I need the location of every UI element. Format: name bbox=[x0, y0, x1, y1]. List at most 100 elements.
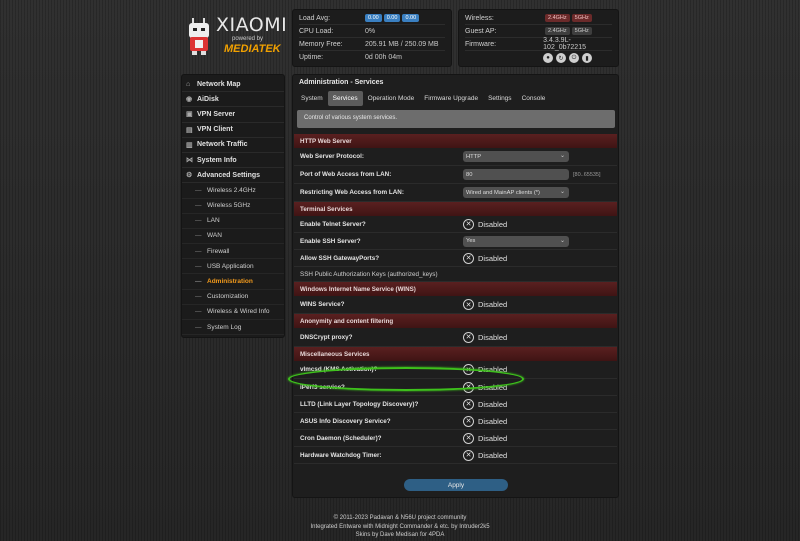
telnet-toggle[interactable]: ✕ Disabled bbox=[463, 218, 507, 230]
quick-actions: ● ↻ ⏻ ▮ bbox=[465, 53, 612, 63]
dnscrypt-label: DNSCrypt proxy? bbox=[300, 333, 353, 341]
sidebar-item-aidisk[interactable]: ◉ AiDisk bbox=[182, 92, 284, 108]
tab-bar: System Services Operation Mode Firmware … bbox=[296, 91, 550, 106]
web-restrict-select[interactable]: Wired and MainAP clients (*) ⌄ bbox=[463, 187, 569, 198]
brand-name: XIAOMI bbox=[216, 14, 288, 36]
close-circle-icon: ✕ bbox=[463, 252, 474, 264]
web-restrict-value: Wired and MainAP clients (*) bbox=[466, 189, 540, 196]
ssh-keys-label: SSH Public Authorization Keys (authorize… bbox=[300, 270, 438, 278]
apply-button[interactable]: Apply bbox=[404, 479, 508, 491]
guest-24-badge[interactable]: 2.4GHz bbox=[545, 27, 570, 35]
sidebar-sub-label: Wireless & Wired Info bbox=[207, 308, 270, 316]
tab-system[interactable]: System bbox=[296, 91, 328, 106]
asus-discovery-toggle[interactable]: ✕ Disabled bbox=[463, 415, 507, 427]
sidebar-sub-firewall[interactable]: — Firewall bbox=[182, 244, 284, 260]
telnet-label: Enable Telnet Server? bbox=[300, 220, 366, 228]
sidebar-sub-label: Customization bbox=[207, 293, 249, 301]
web-restrict-label: Restricting Web Access from LAN: bbox=[300, 189, 404, 196]
wireless-24-badge[interactable]: 2.4GHz bbox=[545, 14, 570, 22]
ssh-gateway-toggle[interactable]: ✕ Disabled bbox=[463, 252, 507, 264]
dash-icon: — bbox=[195, 247, 202, 255]
chart-icon: ▥ bbox=[186, 141, 193, 149]
sidebar-sub-wired-info[interactable]: — Wireless & Wired Info bbox=[182, 305, 284, 320]
lltd-row: LLTD (Link Layer Topology Discovery)? ✕ D… bbox=[294, 396, 617, 413]
sidebar-sub-administration[interactable]: — Administration bbox=[182, 274, 284, 290]
sidebar-sub-label: Administration bbox=[207, 278, 253, 286]
web-protocol-row: Web Server Protocol: HTTP ⌄ bbox=[294, 148, 617, 166]
mediatek-logo: MEDIATEK bbox=[224, 43, 281, 55]
sidebar-item-label: VPN Client bbox=[197, 126, 233, 134]
dash-icon: — bbox=[195, 278, 202, 286]
web-protocol-label: Web Server Protocol: bbox=[300, 153, 364, 160]
sidebar-sub-system-log[interactable]: — System Log bbox=[182, 320, 284, 336]
asus-discovery-label: ASUS Info Discovery Service? bbox=[300, 417, 391, 425]
refresh-icon[interactable]: ↻ bbox=[556, 53, 566, 63]
user-icon[interactable]: ● bbox=[543, 53, 553, 63]
sidebar-item-advanced-settings[interactable]: ⚙ Advanced Settings bbox=[182, 168, 284, 184]
web-port-input[interactable]: 80 bbox=[463, 169, 569, 180]
uptime-value: 0d 00h 04m bbox=[365, 54, 402, 61]
tab-firmware-upgrade[interactable]: Firmware Upgrade bbox=[419, 91, 483, 106]
sidebar-sub-label: System Log bbox=[207, 323, 242, 331]
disk-icon: ◉ bbox=[186, 96, 193, 104]
wireless-5-badge[interactable]: 5GHz bbox=[571, 14, 592, 22]
wins-label: WINS Service? bbox=[300, 301, 345, 308]
sidebar-sub-usb[interactable]: — USB Application bbox=[182, 259, 284, 275]
sidebar-item-vpn-server[interactable]: ▣ VPN Server bbox=[182, 107, 284, 123]
tab-settings[interactable]: Settings bbox=[483, 91, 517, 106]
clipboard-icon[interactable]: ▮ bbox=[582, 53, 592, 63]
sidebar-item-label: Advanced Settings bbox=[197, 171, 261, 179]
main-panel: Administration - Services System Service… bbox=[292, 74, 619, 498]
guest-5-badge[interactable]: 5GHz bbox=[571, 27, 592, 35]
dash-icon: — bbox=[195, 217, 202, 225]
section-misc: Miscellaneous Services bbox=[294, 347, 617, 361]
sidebar-sub-lan[interactable]: — LAN bbox=[182, 214, 284, 229]
web-port-label: Port of Web Access from LAN: bbox=[300, 171, 392, 178]
dash-icon: — bbox=[195, 202, 202, 210]
lltd-toggle[interactable]: ✕ Disabled bbox=[463, 398, 507, 410]
dash-icon: — bbox=[195, 293, 202, 301]
network-status-panel: Wireless: 2.4GHz 5GHz Guest AP: 2.4GHz 5… bbox=[458, 9, 619, 67]
asus-discovery-row: ASUS Info Discovery Service? ✕ Disabled bbox=[294, 413, 617, 430]
load-avg-5: 0.00 bbox=[383, 14, 401, 22]
info-icon: ⋈ bbox=[186, 157, 193, 165]
power-icon[interactable]: ⏻ bbox=[569, 53, 579, 63]
sidebar-item-label: Network Traffic bbox=[197, 141, 248, 149]
tab-console[interactable]: Console bbox=[517, 91, 551, 106]
gear-icon: ⚙ bbox=[186, 172, 193, 180]
sidebar-item-network-map[interactable]: ⌂ Network Map bbox=[182, 77, 284, 93]
sidebar-item-label: Network Map bbox=[197, 80, 241, 88]
sidebar-sub-wireless-24[interactable]: — Wireless 2.4GHz bbox=[182, 183, 284, 199]
dash-icon: — bbox=[195, 323, 202, 331]
tab-operation-mode[interactable]: Operation Mode bbox=[363, 91, 420, 106]
sidebar-sub-label: Wireless 5GHz bbox=[207, 202, 251, 210]
sidebar-sub-label: Wireless 2.4GHz bbox=[207, 186, 256, 194]
dnscrypt-value: Disabled bbox=[478, 332, 508, 342]
close-circle-icon: ✕ bbox=[463, 398, 474, 410]
ssh-select[interactable]: Yes ⌄ bbox=[463, 235, 569, 247]
sidebar-sub-wan[interactable]: — WAN bbox=[182, 229, 284, 245]
sidebar-sub-customization[interactable]: — Customization bbox=[182, 290, 284, 305]
sidebar-item-network-traffic[interactable]: ▥ Network Traffic bbox=[182, 138, 284, 153]
cpu-value: 0% bbox=[365, 27, 376, 35]
dnscrypt-toggle[interactable]: ✕ Disabled bbox=[463, 331, 508, 343]
sidebar-sub-wireless-5[interactable]: — Wireless 5GHz bbox=[182, 199, 284, 214]
load-avg-15: 0.00 bbox=[402, 14, 420, 22]
sidebar-item-system-info[interactable]: ⋈ System Info bbox=[182, 153, 284, 169]
sidebar: ⌂ Network Map ◉ AiDisk ▣ VPN Server ▤ VPN Cl… bbox=[181, 74, 285, 339]
footer-entware: Integrated Entware with Midnight Command… bbox=[310, 523, 490, 530]
sidebar-sub-label: Firewall bbox=[207, 247, 230, 255]
wins-toggle[interactable]: ✕ Disabled bbox=[463, 299, 507, 310]
sidebar-item-vpn-client[interactable]: ▤ VPN Client bbox=[182, 123, 284, 138]
cron-toggle[interactable]: ✕ Disabled bbox=[463, 432, 507, 444]
web-protocol-select[interactable]: HTTP ⌄ bbox=[463, 151, 569, 162]
memory-value: 205.91 MB / 250.09 MB bbox=[365, 40, 439, 48]
ssh-keys-row[interactable]: SSH Public Authorization Keys (authorize… bbox=[294, 267, 617, 282]
cron-row: Cron Daemon (Scheduler)? ✕ Disabled bbox=[294, 430, 617, 447]
cpu-row: CPU Load: 0% bbox=[299, 25, 445, 38]
powered-by: powered by bbox=[232, 36, 264, 42]
ssh-gateway-row: Allow SSH GatewayPorts? ✕ Disabled bbox=[294, 250, 617, 267]
firmware-row: Firmware: 3.4.3.9L-102_0b72215 bbox=[465, 37, 612, 51]
watchdog-toggle[interactable]: ✕ Disabled bbox=[463, 449, 507, 461]
tab-services[interactable]: Services bbox=[327, 91, 363, 106]
